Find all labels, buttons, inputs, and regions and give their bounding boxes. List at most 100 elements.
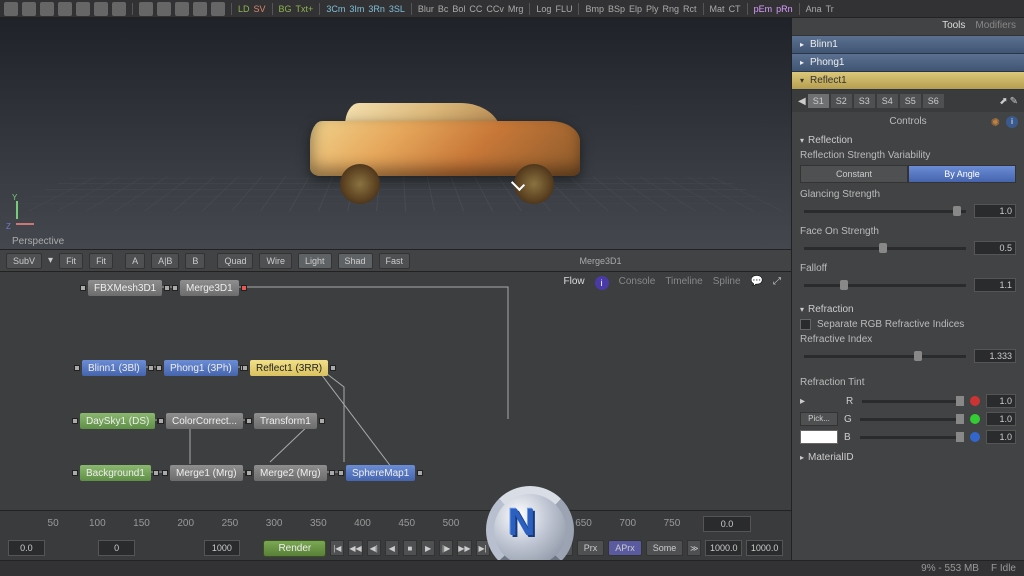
shad-button[interactable]: Shad bbox=[338, 253, 373, 269]
info-icon[interactable]: i bbox=[1006, 116, 1018, 128]
glancing-value[interactable]: 1.0 bbox=[974, 204, 1016, 218]
range-start[interactable]: 0.0 bbox=[8, 540, 45, 556]
link-icon[interactable]: ⬈ bbox=[999, 96, 1007, 107]
next-range-button[interactable]: ≫ bbox=[687, 540, 701, 556]
expand-icon[interactable]: ⤢ bbox=[773, 276, 781, 290]
slider-track[interactable] bbox=[804, 247, 966, 250]
slider-track[interactable] bbox=[804, 355, 966, 358]
blur-tool[interactable]: Blur bbox=[418, 4, 434, 14]
open-icon[interactable] bbox=[22, 2, 36, 16]
undo-icon[interactable] bbox=[94, 2, 108, 16]
node-daysky[interactable]: DaySky1 (DS) bbox=[80, 413, 155, 429]
quad-button[interactable]: Quad bbox=[217, 253, 253, 269]
next-frame-button[interactable]: |▶ bbox=[439, 540, 453, 556]
cc-tool[interactable]: CC bbox=[469, 4, 482, 14]
bc-tool[interactable]: Bc bbox=[438, 4, 449, 14]
flu-tool[interactable]: FLU bbox=[555, 4, 572, 14]
node-merge1[interactable]: Merge1 (Mrg) bbox=[170, 465, 243, 481]
redo-icon[interactable] bbox=[112, 2, 126, 16]
subv-dropdown[interactable]: SubV bbox=[6, 253, 42, 269]
gear-icon[interactable]: ✺ bbox=[991, 116, 1000, 129]
s4-tab[interactable]: S4 bbox=[877, 94, 898, 108]
copy-icon[interactable] bbox=[58, 2, 72, 16]
time-ruler[interactable]: 50 100 150 200 250 300 350 400 450 500 5… bbox=[0, 511, 791, 536]
node-spheremap[interactable]: SphereMap1 bbox=[346, 465, 415, 481]
byangle-option[interactable]: By Angle bbox=[908, 165, 1016, 183]
prn-tool[interactable]: pRn bbox=[776, 4, 793, 14]
fast-button[interactable]: Fast bbox=[379, 253, 411, 269]
bg-tool[interactable]: BG bbox=[279, 4, 292, 14]
current-frame[interactable]: 0 bbox=[98, 540, 135, 556]
goto-start-button[interactable]: |◀ bbox=[330, 540, 344, 556]
script-icon[interactable]: ✎ bbox=[1010, 96, 1018, 107]
play-back-button[interactable]: ◀ bbox=[385, 540, 399, 556]
color-swatch[interactable] bbox=[800, 430, 838, 444]
ply-tool[interactable]: Ply bbox=[646, 4, 659, 14]
mb-button[interactable]: MB bbox=[545, 540, 573, 556]
tr-tool[interactable]: Tr bbox=[826, 4, 834, 14]
material-reflect-header[interactable]: ▾Reflect1 bbox=[792, 72, 1024, 90]
fit2-button[interactable]: Fit bbox=[89, 253, 113, 269]
rct-tool[interactable]: Rct bbox=[683, 4, 697, 14]
node-fbxmesh[interactable]: FBXMesh3D1 bbox=[88, 280, 162, 296]
goto-end-button[interactable]: ▶| bbox=[476, 540, 490, 556]
fit-button[interactable]: Fit bbox=[59, 253, 83, 269]
some-button[interactable]: Some bbox=[646, 540, 684, 556]
node-transform[interactable]: Transform1 bbox=[254, 413, 317, 429]
constant-option[interactable]: Constant bbox=[800, 165, 908, 183]
view-ab-button[interactable]: A|B bbox=[151, 253, 179, 269]
s5-tab[interactable]: S5 bbox=[900, 94, 921, 108]
wire-button[interactable]: Wire bbox=[259, 253, 292, 269]
range-end[interactable]: 0.0 bbox=[703, 516, 751, 532]
material-phong-header[interactable]: ▸Phong1 bbox=[792, 54, 1024, 72]
s3-tab[interactable]: S3 bbox=[854, 94, 875, 108]
new-icon[interactable] bbox=[4, 2, 18, 16]
node-background[interactable]: Background1 bbox=[80, 465, 151, 481]
bsp-tool[interactable]: BSp bbox=[608, 4, 625, 14]
stop-button[interactable]: ■ bbox=[403, 540, 417, 556]
bmp-tool[interactable]: Bmp bbox=[585, 4, 604, 14]
s1-tab[interactable]: S1 bbox=[808, 94, 829, 108]
layout5-icon[interactable] bbox=[211, 2, 225, 16]
node-merge3d[interactable]: Merge3D1 bbox=[180, 280, 239, 296]
duration[interactable]: 1000 bbox=[204, 540, 241, 556]
tab-flow[interactable]: Flow bbox=[563, 276, 584, 290]
tint-expand-icon[interactable]: ▸ bbox=[800, 396, 840, 407]
light-button[interactable]: Light bbox=[298, 253, 332, 269]
log-tool[interactable]: Log bbox=[536, 4, 551, 14]
elp-tool[interactable]: Elp bbox=[629, 4, 642, 14]
slider-track[interactable] bbox=[804, 284, 966, 287]
node-blinn[interactable]: Blinn1 (3Bl) bbox=[82, 360, 146, 376]
hiq-button[interactable]: HiQ bbox=[512, 540, 542, 556]
tab-console[interactable]: Console bbox=[619, 276, 656, 290]
s2-tab[interactable]: S2 bbox=[831, 94, 852, 108]
prev-tab-icon[interactable]: ◀ bbox=[798, 96, 806, 107]
node-merge2[interactable]: Merge2 (Mrg) bbox=[254, 465, 327, 481]
3d-viewport[interactable]: Y Z Perspective bbox=[0, 18, 791, 250]
r-value[interactable]: 1.0 bbox=[986, 394, 1016, 408]
pick-button[interactable]: Pick... bbox=[800, 412, 838, 426]
tab-tools[interactable]: Tools bbox=[942, 20, 965, 33]
step-fwd-button[interactable]: ▶▶ bbox=[457, 540, 471, 556]
ld-tool[interactable]: LD bbox=[238, 4, 250, 14]
layout3-icon[interactable] bbox=[175, 2, 189, 16]
step-back-button[interactable]: ◀◀ bbox=[348, 540, 362, 556]
layout1-icon[interactable] bbox=[139, 2, 153, 16]
refridx-value[interactable]: 1.333 bbox=[974, 349, 1016, 363]
mat-tool[interactable]: Mat bbox=[710, 4, 725, 14]
range-out2[interactable]: 1000.0 bbox=[746, 540, 783, 556]
layout2-icon[interactable] bbox=[157, 2, 171, 16]
s6-tab[interactable]: S6 bbox=[923, 94, 944, 108]
pem-tool[interactable]: pEm bbox=[754, 4, 773, 14]
txt-tool[interactable]: Txt+ bbox=[296, 4, 314, 14]
ct-tool[interactable]: CT bbox=[729, 4, 741, 14]
flow-info-icon[interactable]: i bbox=[595, 276, 609, 290]
reflection-header[interactable]: ▾Reflection bbox=[800, 133, 1016, 148]
prev-frame-button[interactable]: ◀| bbox=[367, 540, 381, 556]
falloff-value[interactable]: 1.1 bbox=[974, 278, 1016, 292]
render-button[interactable]: Render bbox=[263, 540, 326, 557]
materialid-header[interactable]: ▸MaterialID bbox=[800, 450, 1016, 465]
node-phong[interactable]: Phong1 (3Ph) bbox=[164, 360, 238, 376]
flow-editor[interactable]: Flow i Console Timeline Spline 💬 ⤢ bbox=[0, 272, 791, 510]
play-button[interactable]: ▶ bbox=[421, 540, 435, 556]
